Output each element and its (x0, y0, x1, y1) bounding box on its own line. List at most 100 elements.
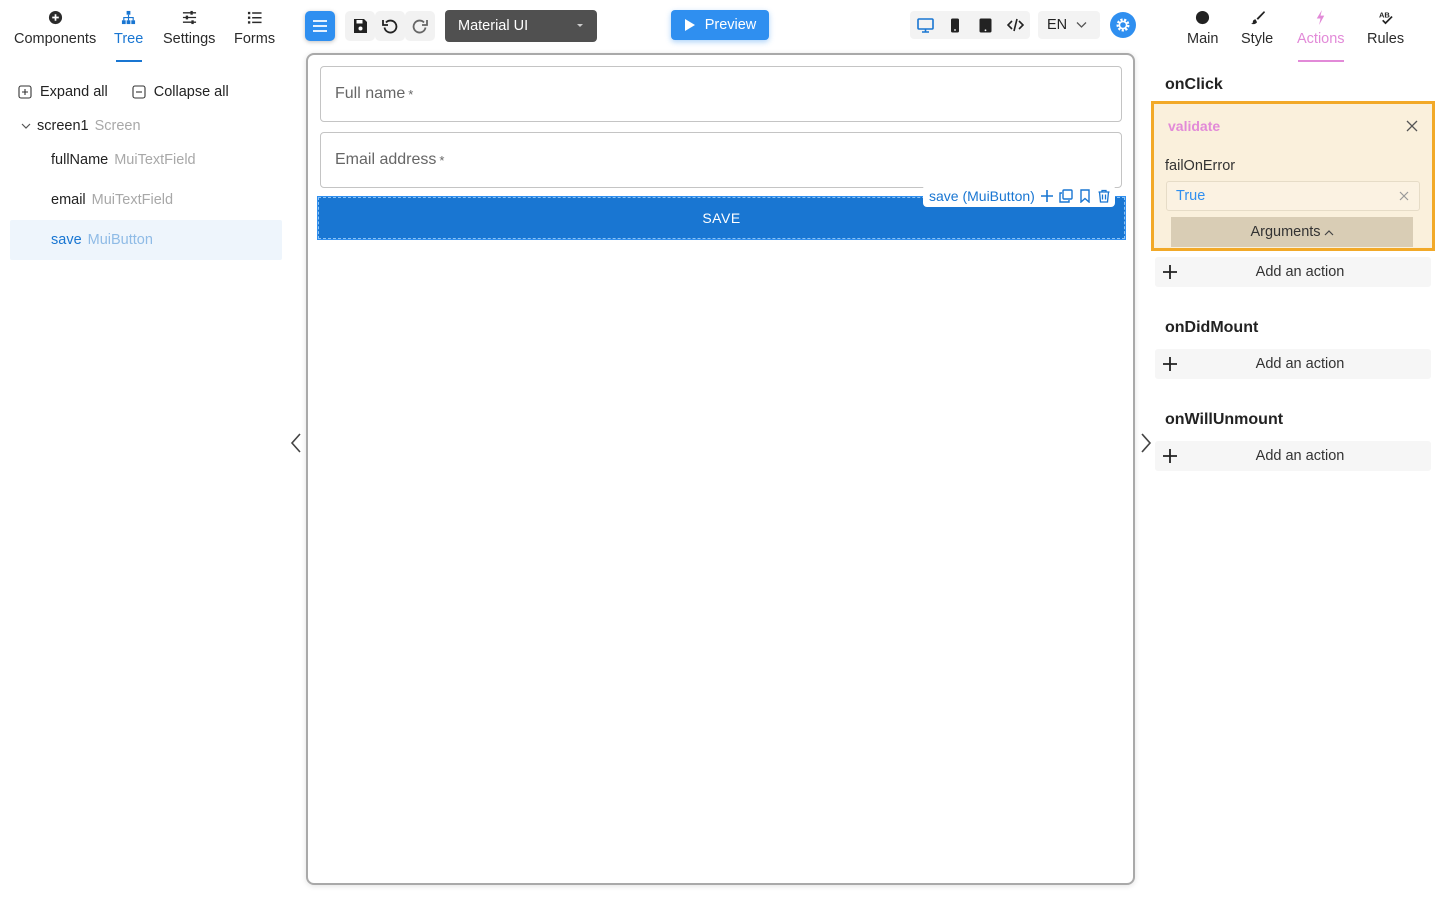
desktop-view-button[interactable] (910, 11, 940, 39)
mobile-view-button[interactable] (940, 11, 970, 39)
active-tab-indicator (115, 60, 142, 62)
tablet-view-button[interactable] (970, 11, 1000, 39)
tab-settings[interactable]: Settings (163, 10, 215, 47)
plus-circle-icon (48, 10, 62, 25)
collapse-all-label: Collapse all (153, 84, 229, 100)
node-type: MuiButton (87, 232, 153, 248)
tab-label: Rules (1367, 31, 1405, 47)
add-action-onwillunmount-button[interactable]: Add an action (1155, 441, 1431, 471)
language-select[interactable]: EN (1038, 11, 1100, 39)
redo-icon (412, 19, 428, 34)
undo-button[interactable] (375, 11, 405, 41)
plus-icon (1163, 357, 1177, 371)
param-value: True (1176, 188, 1206, 204)
clear-icon[interactable] (1399, 191, 1409, 201)
tab-label: Forms (234, 31, 276, 47)
chevron-down-icon[interactable] (20, 120, 32, 132)
lightning-icon (1317, 10, 1325, 25)
expand-all-button[interactable]: Expand all (18, 84, 108, 100)
brush-icon (1250, 10, 1265, 25)
active-tab-indicator (1297, 60, 1344, 62)
save-file-button[interactable] (345, 11, 375, 41)
node-type: MuiTextField (91, 192, 174, 208)
collapse-all-button[interactable]: Collapse all (132, 84, 229, 100)
duplicate-icon[interactable] (1059, 189, 1073, 203)
tab-label: Tree (114, 31, 144, 47)
tab-label: Settings (163, 31, 216, 47)
collapse-left-panel-icon[interactable] (288, 432, 304, 454)
floppy-disk-icon (354, 19, 367, 33)
tree-node-email[interactable]: email MuiTextField (10, 180, 282, 220)
required-mark: * (408, 86, 414, 102)
tab-label: Components (14, 31, 97, 47)
collapse-right-panel-icon[interactable] (1138, 432, 1154, 454)
tab-forms[interactable]: Forms (234, 10, 275, 47)
component-tree: screen1 Screen fullName MuiTextField ema… (10, 112, 282, 260)
tab-tree[interactable]: Tree (114, 10, 144, 62)
selection-label-text: save (MuiButton) (929, 188, 1035, 204)
add-icon[interactable] (1040, 189, 1054, 203)
gear-icon (1116, 18, 1130, 32)
settings-gear-button[interactable] (1110, 12, 1136, 38)
device-switcher (910, 11, 1030, 39)
plus-icon (1163, 449, 1177, 463)
action-name: validate (1168, 118, 1221, 134)
redo-button[interactable] (405, 11, 435, 41)
undo-icon (382, 19, 398, 34)
tab-style[interactable]: Style (1241, 10, 1273, 47)
save-button-label: SAVE (702, 210, 741, 226)
ondidmount-title: onDidMount (1165, 319, 1259, 336)
collapse-icon (132, 85, 146, 99)
arguments-toggle[interactable]: Arguments (1171, 217, 1413, 247)
fail-on-error-select[interactable]: True (1166, 181, 1420, 211)
tree-node-save[interactable]: save MuiButton (10, 220, 282, 260)
chevron-down-icon (1076, 22, 1087, 28)
close-icon[interactable] (1406, 120, 1418, 132)
tree-actions: Expand all Collapse all (18, 84, 229, 100)
tab-rules[interactable]: AB Rules (1367, 10, 1405, 48)
required-mark: * (439, 152, 445, 168)
fullname-field[interactable]: Full name * (320, 66, 1122, 122)
trash-icon[interactable] (1097, 189, 1111, 203)
tab-label: Main (1187, 31, 1219, 47)
field-label: Email address (335, 151, 437, 168)
arguments-label: Arguments (1250, 224, 1321, 240)
add-action-ondidmount-button[interactable]: Add an action (1155, 349, 1431, 379)
plus-icon (1163, 265, 1177, 279)
code-view-button[interactable] (1000, 11, 1030, 39)
add-action-onclick-button[interactable]: Add an action (1155, 257, 1431, 287)
design-canvas[interactable]: Full name * Email address * SAVE save (M… (306, 53, 1135, 885)
param-label: failOnError (1165, 158, 1236, 174)
preview-button[interactable]: Preview (671, 10, 769, 40)
email-field[interactable]: Email address * (320, 132, 1122, 188)
validate-action-card: validate failOnError True Arguments (1151, 101, 1435, 251)
onwillunmount-title: onWillUnmount (1165, 411, 1284, 428)
node-type: Screen (94, 118, 141, 134)
theme-select-value: Material UI (458, 18, 529, 34)
tab-label: Style (1241, 31, 1274, 47)
expand-all-label: Expand all (40, 84, 108, 100)
tab-actions[interactable]: Actions (1297, 10, 1345, 62)
node-name: email (51, 192, 86, 208)
menu-button[interactable] (305, 11, 335, 41)
node-type: MuiTextField (114, 152, 196, 168)
tree-node-fullname[interactable]: fullName MuiTextField (10, 140, 282, 180)
hierarchy-icon (122, 10, 136, 25)
tab-components[interactable]: Components (14, 10, 96, 47)
sliders-icon (182, 10, 196, 25)
tab-label: Actions (1297, 31, 1345, 47)
tree-node-screen1[interactable]: screen1 Screen (10, 112, 282, 140)
app-root: Components Tree Settings Forms Expand al… (0, 0, 1440, 900)
expand-icon (18, 85, 32, 99)
field-label: Full name (335, 85, 406, 102)
bookmark-icon[interactable] (1078, 189, 1092, 203)
tab-main[interactable]: Main (1187, 10, 1218, 47)
language-value: EN (1047, 17, 1068, 33)
caret-down-icon (577, 24, 583, 27)
node-name: screen1 (37, 118, 89, 134)
tablet-icon (979, 18, 991, 32)
add-action-label: Add an action (1255, 264, 1345, 280)
hamburger-icon (313, 20, 327, 32)
selection-label: save (MuiButton) (923, 185, 1115, 207)
theme-select[interactable]: Material UI (445, 10, 597, 42)
